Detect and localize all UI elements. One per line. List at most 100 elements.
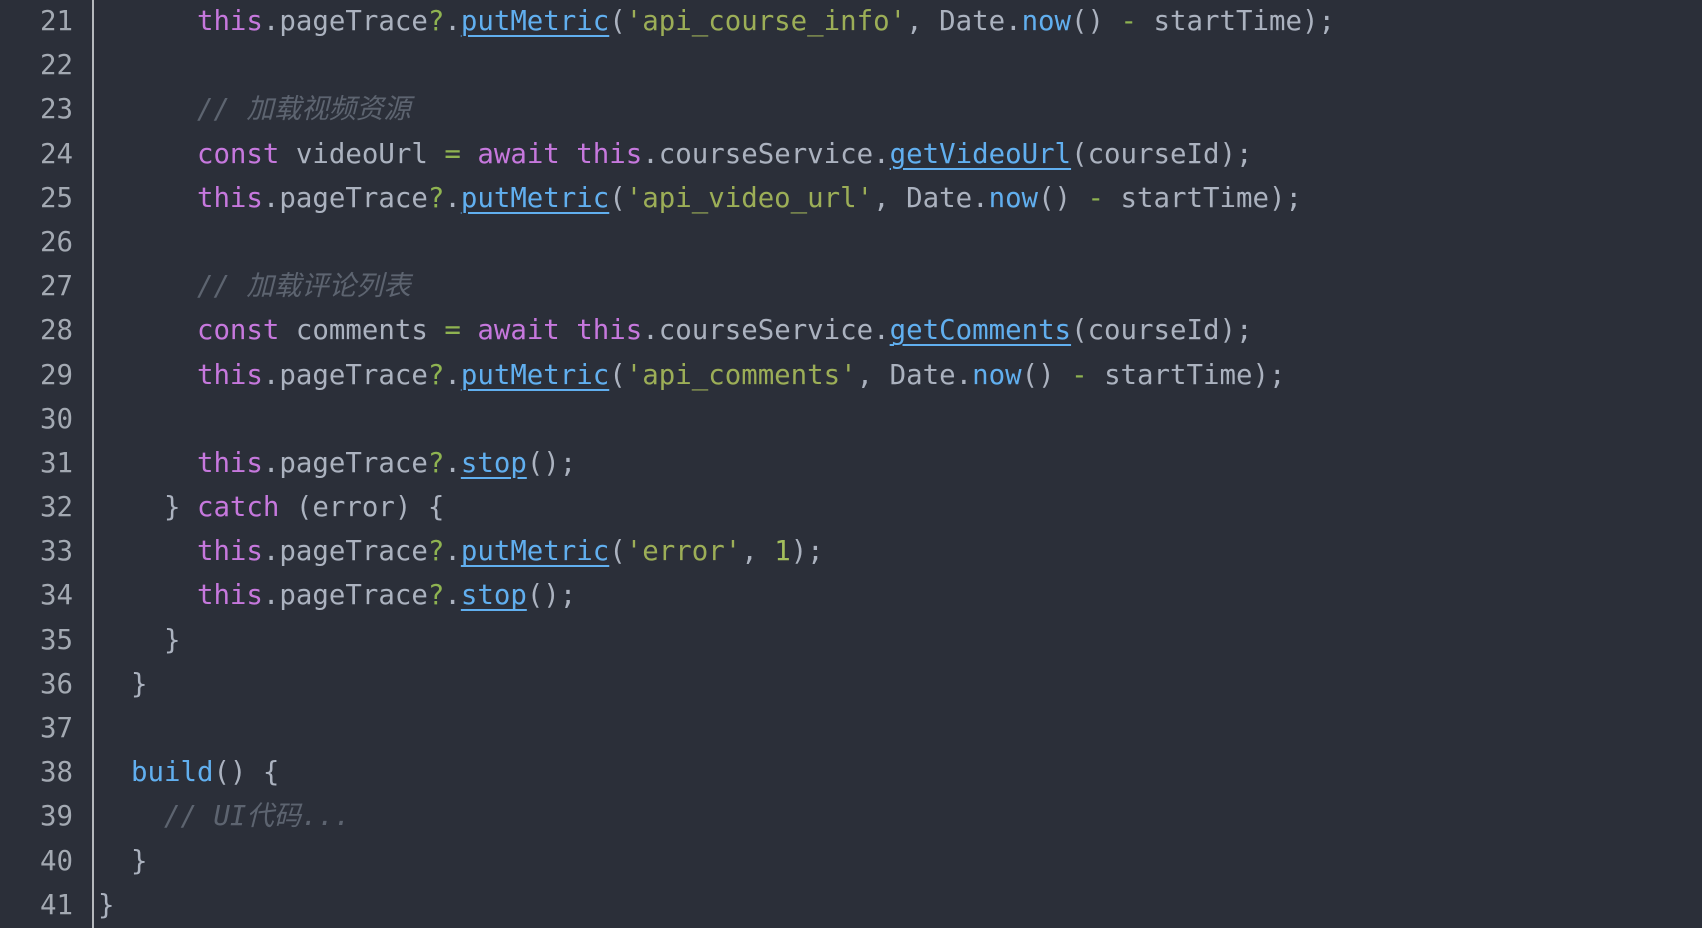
code-token: ( bbox=[1071, 315, 1088, 347]
code-token: this bbox=[196, 182, 263, 214]
code-token: putMetric bbox=[460, 536, 610, 568]
code-token: stop bbox=[460, 580, 527, 612]
code-line-content[interactable] bbox=[94, 44, 1702, 88]
code-token: // 加载视频资源 bbox=[196, 94, 411, 126]
code-token: 'api_video_url' bbox=[625, 182, 874, 214]
code-token: putMetric bbox=[460, 6, 610, 37]
code-line-content[interactable]: const videoUrl = await this.courseServic… bbox=[94, 133, 1702, 177]
line-number[interactable]: 34 bbox=[0, 574, 94, 619]
code-token: ? bbox=[427, 580, 445, 612]
line-number[interactable]: 29 bbox=[0, 353, 94, 398]
line-number[interactable]: 27 bbox=[0, 265, 94, 310]
code-token: comments bbox=[295, 315, 428, 347]
code-line-content[interactable]: this.pageTrace?.putMetric('api_comments'… bbox=[94, 354, 1702, 398]
line-number[interactable]: 22 bbox=[0, 44, 94, 89]
code-token: startTime bbox=[1120, 182, 1269, 214]
line-number[interactable]: 33 bbox=[0, 530, 94, 575]
code-line: 23 // 加载视频资源 bbox=[0, 88, 1702, 133]
code-token: stop bbox=[460, 447, 527, 479]
code-line: 30 bbox=[0, 397, 1702, 442]
line-number[interactable]: 37 bbox=[0, 707, 94, 752]
code-line-content[interactable]: this.pageTrace?.stop(); bbox=[94, 574, 1702, 618]
code-token: } bbox=[130, 668, 148, 700]
code-line-content[interactable]: } bbox=[94, 619, 1702, 663]
code-token: . bbox=[873, 315, 890, 347]
line-number[interactable]: 36 bbox=[0, 662, 94, 707]
code-token: const bbox=[196, 315, 280, 347]
line-number[interactable]: 23 bbox=[0, 88, 94, 133]
code-token: now bbox=[988, 182, 1039, 214]
code-token: await bbox=[477, 138, 560, 170]
code-token: , bbox=[906, 6, 940, 37]
code-token: pageTrace bbox=[279, 6, 428, 37]
code-line-content[interactable]: build() { bbox=[94, 751, 1702, 795]
code-line-content[interactable]: this.pageTrace?.putMetric('api_video_url… bbox=[94, 177, 1702, 221]
code-token: 'api_course_info' bbox=[625, 6, 907, 37]
code-token: Date bbox=[889, 359, 956, 391]
code-token: this bbox=[196, 580, 263, 612]
line-number[interactable]: 21 bbox=[0, 0, 94, 45]
line-number[interactable]: 40 bbox=[0, 839, 94, 884]
code-token: startTime bbox=[1104, 359, 1253, 391]
code-token: } bbox=[98, 889, 115, 921]
code-line-content[interactable]: this.pageTrace?.stop(); bbox=[94, 442, 1702, 486]
code-line: 36 } bbox=[0, 662, 1702, 707]
code-token: courseService bbox=[658, 315, 874, 347]
code-token: . bbox=[444, 536, 461, 568]
line-number[interactable]: 31 bbox=[0, 441, 94, 487]
code-token: error bbox=[312, 492, 395, 524]
line-number[interactable]: 24 bbox=[0, 132, 94, 177]
code-line-content[interactable]: this.pageTrace?.putMetric('error', 1); bbox=[94, 530, 1702, 574]
code-token: } bbox=[163, 624, 181, 656]
line-number[interactable]: 32 bbox=[0, 486, 94, 531]
code-line-content[interactable]: // UI代码... bbox=[94, 795, 1702, 839]
line-number[interactable]: 30 bbox=[0, 397, 94, 442]
code-line-content[interactable] bbox=[94, 398, 1702, 442]
code-line-content[interactable]: // 加载评论列表 bbox=[94, 265, 1702, 309]
code-token: () bbox=[1021, 359, 1072, 391]
code-line: 40 } bbox=[0, 839, 1702, 884]
code-token: pageTrace bbox=[279, 182, 428, 214]
line-number[interactable]: 25 bbox=[0, 176, 94, 221]
code-token: putMetric bbox=[460, 182, 610, 214]
code-line-content[interactable]: } bbox=[94, 663, 1702, 707]
code-token: const bbox=[196, 138, 280, 170]
code-token: Date bbox=[906, 182, 973, 214]
line-number[interactable]: 26 bbox=[0, 220, 94, 266]
code-token: . bbox=[1005, 6, 1022, 37]
code-line-content[interactable] bbox=[94, 221, 1702, 265]
code-line-content[interactable]: } catch (error) { bbox=[94, 486, 1702, 530]
code-line-content[interactable]: // 加载视频资源 bbox=[94, 88, 1702, 132]
line-number[interactable]: 35 bbox=[0, 618, 94, 663]
code-line-content[interactable]: const comments = await this.courseServic… bbox=[94, 309, 1702, 353]
code-line-content[interactable]: this.pageTrace?.putMetric('api_course_in… bbox=[94, 0, 1702, 44]
code-line-content[interactable] bbox=[94, 707, 1702, 751]
screenshot-root: { "editor": { "kind": "code-editor-viewp… bbox=[0, 0, 1702, 928]
code-token: . bbox=[444, 6, 461, 37]
code-line: 28 const comments = await this.courseSer… bbox=[0, 309, 1702, 354]
code-line: 37 bbox=[0, 707, 1702, 752]
code-line: 21 this.pageTrace?.putMetric('api_course… bbox=[0, 0, 1702, 45]
code-line: 25 this.pageTrace?.putMetric('api_video_… bbox=[0, 176, 1702, 221]
code-line-content[interactable]: } bbox=[94, 840, 1702, 884]
code-token: , bbox=[873, 182, 907, 214]
code-token: catch bbox=[196, 492, 280, 524]
code-line: 32 } catch (error) { bbox=[0, 486, 1702, 531]
line-number[interactable]: 28 bbox=[0, 309, 94, 354]
line-number[interactable]: 39 bbox=[0, 795, 94, 840]
code-token: ); bbox=[1301, 6, 1335, 37]
code-line: 26 bbox=[0, 220, 1702, 266]
code-line-content[interactable]: } bbox=[94, 884, 1702, 928]
line-number[interactable]: 38 bbox=[0, 751, 94, 796]
code-token: ? bbox=[427, 447, 445, 479]
code-token: courseId bbox=[1087, 138, 1220, 170]
line-number[interactable]: 41 bbox=[0, 883, 94, 928]
